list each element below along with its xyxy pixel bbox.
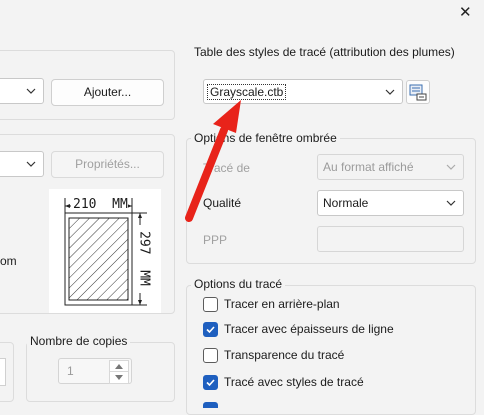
- checkbox-transparency[interactable]: [203, 348, 218, 363]
- paper-preview: 210 MM 297 MM: [49, 189, 161, 313]
- trace-de-combo[interactable]: Au format affiché: [317, 154, 464, 180]
- plot-style-title: Table des styles de tracé (attribution d…: [194, 45, 455, 59]
- qualite-label: Qualité: [203, 196, 242, 210]
- ppp-label: PPP: [203, 233, 228, 247]
- chevron-down-icon: [446, 200, 456, 206]
- close-button[interactable]: ✕: [452, 2, 480, 24]
- trace-de-label: Tracé de: [203, 161, 250, 175]
- copies-title: Nombre de copies: [27, 334, 131, 348]
- paper-size-combo[interactable]: [0, 151, 44, 177]
- paper-height-label: 297 MM: [136, 231, 152, 286]
- checkbox-partial[interactable]: [203, 402, 218, 408]
- plot-style-edit-button[interactable]: [406, 80, 430, 104]
- chevron-down-icon: [385, 89, 395, 95]
- checkbox-transparency-label[interactable]: Transparence du tracé: [224, 348, 344, 362]
- checkbox-lineweights[interactable]: [203, 322, 218, 337]
- copies-spinner[interactable]: 1: [58, 358, 132, 384]
- chevron-down-icon: [446, 164, 456, 170]
- spin-down-button[interactable]: [109, 371, 129, 384]
- qualite-value: Normale: [323, 196, 369, 210]
- add-button[interactable]: Ajouter...: [51, 79, 164, 106]
- shaded-viewport-title: Options de fenêtre ombrée: [191, 131, 340, 145]
- plot-style-combo[interactable]: Grayscale.ctb: [203, 79, 403, 104]
- chevron-down-icon: [115, 375, 123, 380]
- checkbox-background-plot-label[interactable]: Tracer en arrière-plan: [224, 297, 340, 311]
- checkbox-plot-styles-label[interactable]: Tracé avec styles de tracé: [224, 375, 364, 389]
- checkbox-lineweights-label[interactable]: Tracer avec épaisseurs de ligne: [224, 322, 394, 336]
- qualite-combo[interactable]: Normale: [317, 190, 464, 216]
- close-icon: ✕: [459, 4, 472, 21]
- chevron-down-icon: [26, 161, 36, 167]
- checkbox-plot-styles[interactable]: [203, 375, 218, 390]
- checkmark-icon: [206, 326, 215, 334]
- plot-style-edit-icon: [409, 84, 427, 101]
- offset-field-edge: [0, 358, 6, 386]
- plot-options-title: Options du tracé: [191, 277, 286, 291]
- plot-style-value: Grayscale.ctb: [207, 84, 287, 100]
- paper-width-label: 210 MM: [73, 197, 128, 212]
- chevron-down-icon: [26, 88, 36, 94]
- checkbox-background-plot[interactable]: [203, 297, 218, 312]
- ppp-field[interactable]: [317, 226, 464, 252]
- partial-label: om: [0, 254, 17, 268]
- printer-combo[interactable]: [0, 78, 44, 104]
- checkmark-icon: [206, 379, 215, 387]
- properties-button[interactable]: Propriétés...: [51, 151, 164, 178]
- copies-value: 1: [67, 364, 74, 378]
- trace-de-value: Au format affiché: [323, 160, 414, 174]
